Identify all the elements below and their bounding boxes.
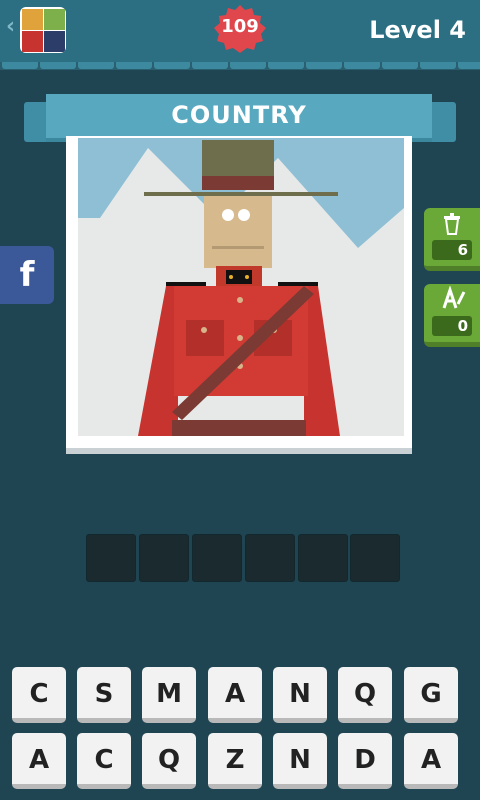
- category-ribbon: COUNTRY: [46, 94, 432, 142]
- remove-letters-count: 6: [432, 240, 472, 260]
- top-bar-tick: [458, 62, 480, 69]
- reveal-letter-icon: [442, 286, 466, 309]
- top-bar-tick: [306, 62, 342, 69]
- letter-key[interactable]: C: [77, 733, 131, 789]
- top-bar-tick: [344, 62, 380, 69]
- top-bar-tick: [382, 62, 418, 69]
- answer-slot[interactable]: [245, 534, 295, 582]
- letter-key[interactable]: A: [12, 733, 66, 789]
- top-bar-tick: [230, 62, 266, 69]
- answer-slot[interactable]: [350, 534, 400, 582]
- trash-icon: [444, 213, 460, 235]
- answer-slot[interactable]: [192, 534, 242, 582]
- letter-key[interactable]: N: [273, 733, 327, 789]
- letter-key[interactable]: M: [142, 667, 196, 723]
- facebook-button[interactable]: f: [0, 246, 54, 304]
- letter-key[interactable]: A: [208, 667, 262, 723]
- reveal-letter-count: 0: [432, 316, 472, 336]
- remove-letters-hint-button[interactable]: 6: [424, 208, 480, 271]
- letter-key[interactable]: N: [273, 667, 327, 723]
- letter-key[interactable]: G: [404, 667, 458, 723]
- top-bar-tick: [154, 62, 190, 69]
- letter-key[interactable]: A: [404, 733, 458, 789]
- top-bar-tick: [78, 62, 114, 69]
- top-bar-tick: [40, 62, 76, 69]
- mountie-illustration: [78, 138, 404, 436]
- answer-slot[interactable]: [139, 534, 189, 582]
- coin-count: 109: [221, 16, 259, 37]
- category-label: COUNTRY: [171, 101, 307, 129]
- answer-slot[interactable]: [298, 534, 348, 582]
- letter-key[interactable]: Q: [338, 667, 392, 723]
- letter-key[interactable]: C: [12, 667, 66, 723]
- answer-slot[interactable]: [86, 534, 136, 582]
- letter-key[interactable]: S: [77, 667, 131, 723]
- top-bar-tick: [268, 62, 304, 69]
- top-bar-tick: [420, 62, 456, 69]
- levels-grid-icon[interactable]: [20, 7, 66, 53]
- grid-tile: [22, 31, 43, 52]
- letter-key[interactable]: Q: [142, 733, 196, 789]
- chevron-left-icon[interactable]: ‹: [6, 14, 15, 39]
- top-bar-tick: [116, 62, 152, 69]
- level-title: Level 4: [369, 16, 466, 44]
- letter-key[interactable]: Z: [208, 733, 262, 789]
- reveal-letter-hint-button[interactable]: 0: [424, 284, 480, 347]
- letter-key[interactable]: D: [338, 733, 392, 789]
- top-bar-tick: [192, 62, 228, 69]
- answer-slots: [86, 534, 400, 584]
- grid-tile: [44, 31, 65, 52]
- top-bar-tick: [2, 62, 38, 69]
- grid-tile: [22, 9, 43, 30]
- grid-tile: [44, 9, 65, 30]
